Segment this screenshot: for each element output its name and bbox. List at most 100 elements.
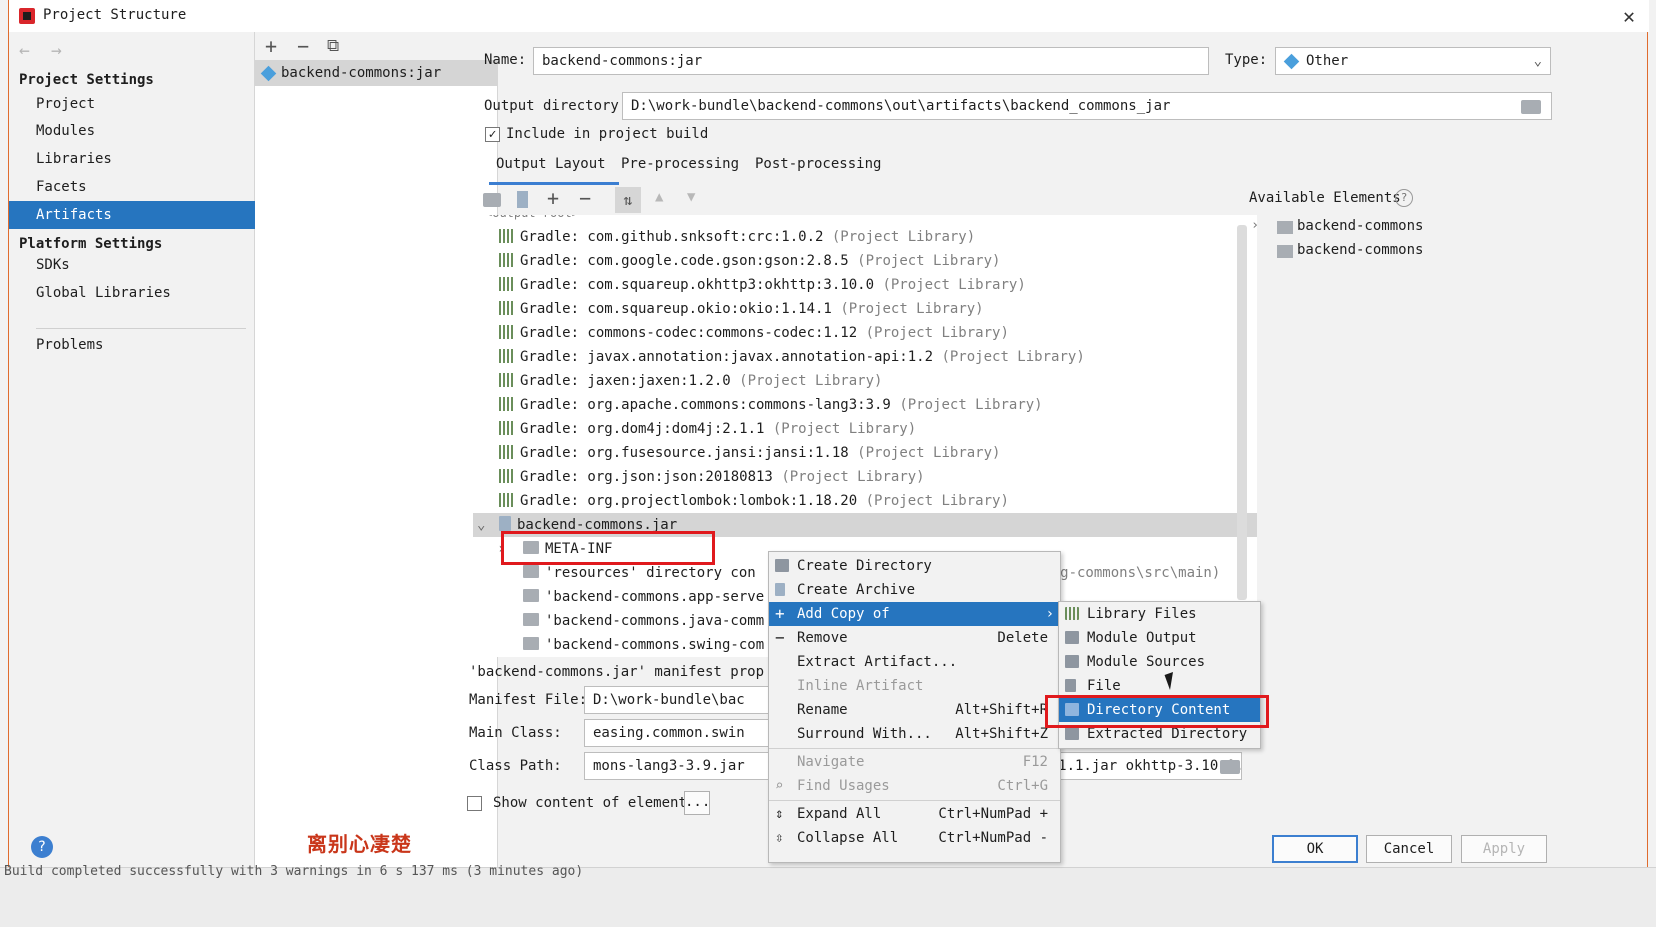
library-icon bbox=[499, 445, 514, 459]
submenu-item-file[interactable]: File bbox=[1059, 674, 1260, 698]
sidebar-item-project[interactable]: Project bbox=[9, 90, 255, 118]
library-icon bbox=[499, 349, 514, 363]
module-sources-icon bbox=[1065, 655, 1079, 668]
sidebar-item-libraries[interactable]: Libraries bbox=[9, 145, 255, 173]
back-arrow-icon[interactable]: ← bbox=[19, 40, 30, 61]
type-dropdown[interactable]: Other ⌄ bbox=[1275, 47, 1551, 75]
add-element-icon[interactable]: + bbox=[547, 186, 559, 210]
remove-element-icon[interactable]: − bbox=[579, 186, 591, 210]
tree-scrollbar[interactable] bbox=[1237, 225, 1247, 600]
sidebar-item-global-libraries[interactable]: Global Libraries bbox=[9, 279, 255, 307]
sidebar-item-facets[interactable]: Facets bbox=[9, 173, 255, 201]
menu-item-create-directory[interactable]: Create Directory bbox=[769, 554, 1060, 578]
menu-item-collapse-all[interactable]: ⇳ Collapse All Ctrl+NumPad - bbox=[769, 826, 1060, 850]
browse-folder-icon[interactable] bbox=[1521, 100, 1541, 114]
manifest-header: 'backend-commons.jar' manifest prop bbox=[469, 664, 765, 680]
submenu-item-extracted-directory[interactable]: Extracted Directory bbox=[1059, 722, 1260, 746]
tree-row-selected[interactable]: ⌄ backend-commons.jar bbox=[473, 513, 1257, 537]
output-directory-field[interactable]: D:\work-bundle\backend-commons\out\artif… bbox=[622, 92, 1552, 120]
available-element-item[interactable]: backend-commons bbox=[1297, 242, 1423, 258]
window-title: Project Structure bbox=[43, 7, 187, 23]
sidebar-divider bbox=[36, 328, 246, 329]
tree-root-node[interactable]: <output root> bbox=[485, 215, 1257, 225]
submenu-item-module-sources[interactable]: Module Sources bbox=[1059, 650, 1260, 674]
tab-post-processing[interactable]: Post-processing bbox=[755, 156, 881, 172]
tree-row[interactable]: Gradle: org.dom4j:dom4j:2.1.1 (Project L… bbox=[499, 417, 1257, 441]
class-path-label: Class Path: bbox=[469, 758, 562, 774]
artifact-list-item[interactable]: backend-commons:jar bbox=[255, 60, 498, 86]
remove-artifact-icon[interactable]: − bbox=[297, 34, 309, 58]
chevron-right-icon[interactable]: › bbox=[1251, 217, 1259, 233]
artifact-list-toolbar: + − ⧉ bbox=[255, 32, 498, 60]
sort-elements-icon[interactable]: ⇅ bbox=[615, 187, 641, 213]
show-content-checkbox[interactable] bbox=[467, 796, 482, 811]
menu-item-add-copy-of[interactable]: + Add Copy of › bbox=[769, 602, 1060, 626]
chevron-down-icon: ⌄ bbox=[1533, 53, 1542, 69]
menu-item-surround-with[interactable]: Surround With... Alt+Shift+Z bbox=[769, 722, 1060, 746]
apply-button[interactable]: Apply bbox=[1461, 835, 1547, 863]
tree-row[interactable]: Gradle: com.squareup.okio:okio:1.14.1 (P… bbox=[499, 297, 1257, 321]
folder-icon bbox=[1065, 703, 1079, 716]
sidebar-item-artifacts[interactable]: Artifacts bbox=[9, 201, 255, 229]
menu-item-rename[interactable]: Rename Alt+Shift+R bbox=[769, 698, 1060, 722]
menu-item-inline-artifact[interactable]: Inline Artifact bbox=[769, 674, 1060, 698]
ellipsis-button[interactable]: ... bbox=[684, 791, 710, 815]
close-icon[interactable]: ✕ bbox=[1623, 4, 1635, 28]
available-element-item[interactable]: backend-commons bbox=[1297, 218, 1423, 234]
status-bar: Build completed successfully with 3 warn… bbox=[0, 864, 1656, 927]
menu-item-expand-all[interactable]: ⇕ Expand All Ctrl+NumPad + bbox=[769, 802, 1060, 826]
menu-item-find-usages[interactable]: ⌕ Find Usages Ctrl+G bbox=[769, 774, 1060, 798]
ok-button[interactable]: OK bbox=[1272, 835, 1358, 863]
menu-item-remove[interactable]: − Remove Delete bbox=[769, 626, 1060, 650]
tree-row[interactable]: Gradle: javax.annotation:javax.annotatio… bbox=[499, 345, 1257, 369]
tree-row[interactable]: Gradle: com.google.code.gson:gson:2.8.5 … bbox=[499, 249, 1257, 273]
forward-arrow-icon[interactable]: → bbox=[51, 40, 62, 61]
menu-item-extract-artifact[interactable]: Extract Artifact... bbox=[769, 650, 1060, 674]
tab-pre-processing[interactable]: Pre-processing bbox=[621, 156, 739, 172]
tree-row[interactable]: Gradle: org.fusesource.jansi:jansi:1.18 … bbox=[499, 441, 1257, 465]
library-icon bbox=[499, 253, 514, 267]
tree-row[interactable]: Gradle: commons-codec:commons-codec:1.12… bbox=[499, 321, 1257, 345]
jar-icon bbox=[499, 516, 511, 531]
menu-item-create-archive[interactable]: Create Archive bbox=[769, 578, 1060, 602]
help-button[interactable]: ? bbox=[31, 836, 53, 858]
add-artifact-icon[interactable]: + bbox=[265, 34, 277, 58]
create-directory-icon[interactable] bbox=[483, 193, 501, 207]
sidebar-item-problems[interactable]: Problems bbox=[9, 331, 255, 359]
chevron-down-icon: ⌄ bbox=[477, 517, 486, 533]
submenu-item-module-output[interactable]: Module Output bbox=[1059, 626, 1260, 650]
create-archive-icon[interactable] bbox=[517, 191, 528, 208]
collapse-all-icon: ⇳ bbox=[775, 830, 784, 846]
submenu-item-directory-content[interactable]: Directory Content bbox=[1059, 698, 1260, 722]
help-icon[interactable]: ? bbox=[1395, 189, 1413, 207]
move-down-icon[interactable]: ▼ bbox=[687, 189, 695, 205]
plus-icon: + bbox=[775, 604, 785, 623]
module-output-icon bbox=[1065, 631, 1079, 644]
tree-row[interactable]: Gradle: org.json:json:20180813 (Project … bbox=[499, 465, 1257, 489]
move-up-icon[interactable]: ▲ bbox=[655, 189, 663, 205]
menu-item-navigate[interactable]: Navigate F12 bbox=[769, 750, 1060, 774]
include-in-build-checkbox[interactable]: ✓ bbox=[485, 127, 500, 142]
tree-row[interactable]: Gradle: com.squareup.okhttp3:okhttp:3.10… bbox=[499, 273, 1257, 297]
file-icon bbox=[1065, 679, 1076, 692]
tree-row[interactable]: Gradle: com.github.snksoft:crc:1.0.2 (Pr… bbox=[499, 225, 1257, 249]
sidebar-item-modules[interactable]: Modules bbox=[9, 117, 255, 145]
browse-folder-icon[interactable] bbox=[1220, 760, 1240, 774]
tree-row[interactable]: Gradle: org.projectlombok:lombok:1.18.20… bbox=[499, 489, 1257, 513]
show-content-label: Show content of elements bbox=[493, 795, 696, 811]
tree-row[interactable]: Gradle: org.apache.commons:commons-lang3… bbox=[499, 393, 1257, 417]
manifest-file-label: Manifest File: bbox=[469, 692, 588, 708]
artifact-item-label: backend-commons:jar bbox=[281, 65, 442, 81]
sidebar-item-sdks[interactable]: SDKs bbox=[9, 251, 255, 279]
library-icon bbox=[499, 301, 514, 315]
title-bar: Project Structure ✕ bbox=[9, 0, 1649, 32]
expand-all-icon: ⇕ bbox=[775, 806, 784, 822]
available-elements-title: Available Elements bbox=[1249, 190, 1401, 206]
module-icon bbox=[1277, 245, 1293, 258]
cancel-button[interactable]: Cancel bbox=[1366, 835, 1452, 863]
tree-row[interactable]: Gradle: jaxen:jaxen:1.2.0 (Project Libra… bbox=[499, 369, 1257, 393]
name-field[interactable]: backend-commons:jar bbox=[533, 47, 1209, 75]
copy-artifact-icon[interactable]: ⧉ bbox=[327, 36, 339, 56]
submenu-item-library-files[interactable]: Library Files bbox=[1059, 602, 1260, 626]
tab-output-layout[interactable]: Output Layout bbox=[496, 156, 606, 172]
